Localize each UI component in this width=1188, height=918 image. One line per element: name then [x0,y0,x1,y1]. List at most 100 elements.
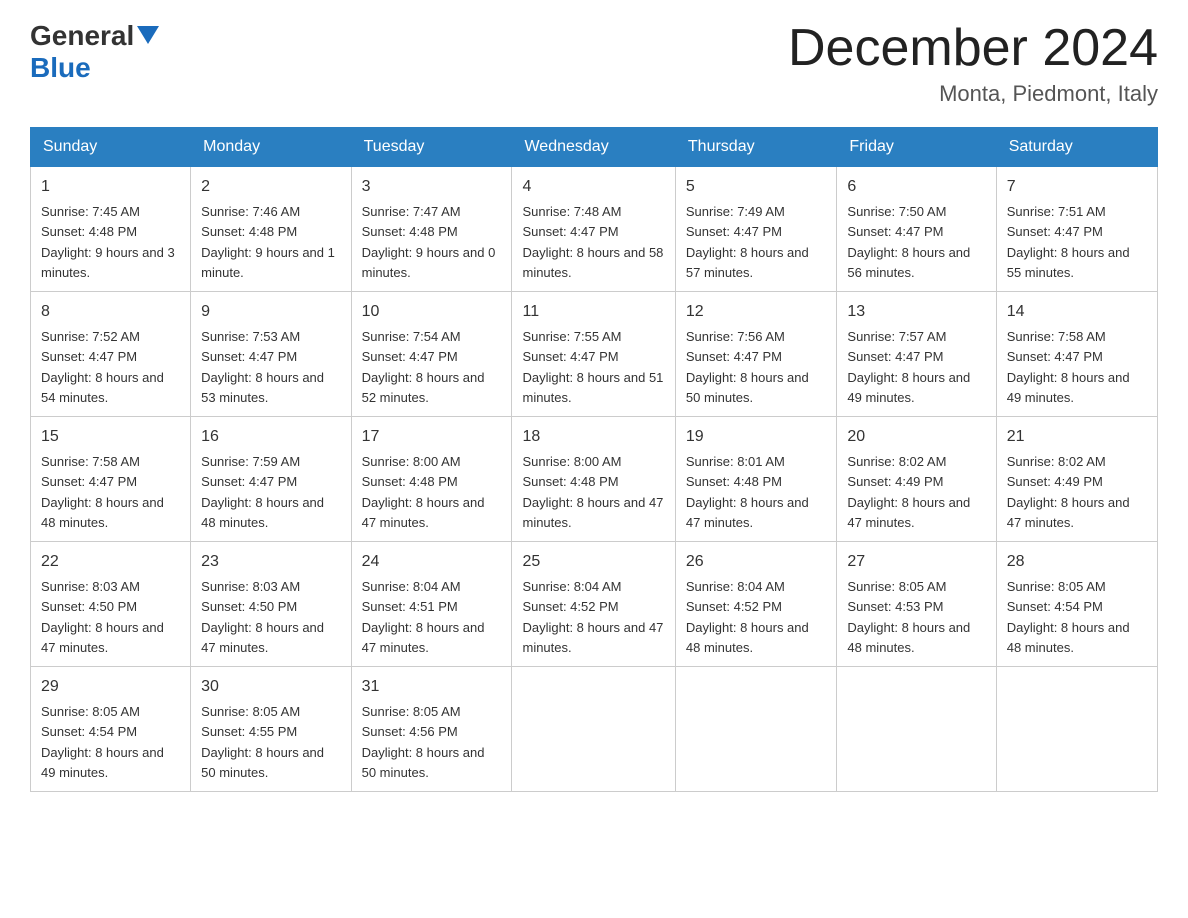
page-header: General Blue December 2024 Monta, Piedmo… [30,20,1158,107]
col-sunday: Sunday [31,128,191,167]
table-row: 22 Sunrise: 8:03 AMSunset: 4:50 PMDaylig… [31,542,191,667]
table-row: 2 Sunrise: 7:46 AMSunset: 4:48 PMDayligh… [191,167,351,292]
day-number: 9 [201,300,340,324]
table-row: 1 Sunrise: 7:45 AMSunset: 4:48 PMDayligh… [31,167,191,292]
day-number: 28 [1007,550,1147,574]
day-info: Sunrise: 7:46 AMSunset: 4:48 PMDaylight:… [201,204,335,280]
location-text: Monta, Piedmont, Italy [788,81,1158,107]
day-number: 2 [201,175,340,199]
table-row: 10 Sunrise: 7:54 AMSunset: 4:47 PMDaylig… [351,292,512,417]
day-info: Sunrise: 8:05 AMSunset: 4:54 PMDaylight:… [1007,579,1130,655]
day-number: 12 [686,300,827,324]
day-info: Sunrise: 7:57 AMSunset: 4:47 PMDaylight:… [847,329,970,405]
table-row: 6 Sunrise: 7:50 AMSunset: 4:47 PMDayligh… [837,167,996,292]
day-info: Sunrise: 7:47 AMSunset: 4:48 PMDaylight:… [362,204,496,280]
table-row [512,667,675,792]
table-row: 27 Sunrise: 8:05 AMSunset: 4:53 PMDaylig… [837,542,996,667]
table-row: 30 Sunrise: 8:05 AMSunset: 4:55 PMDaylig… [191,667,351,792]
day-info: Sunrise: 8:01 AMSunset: 4:48 PMDaylight:… [686,454,809,530]
day-info: Sunrise: 7:49 AMSunset: 4:47 PMDaylight:… [686,204,809,280]
day-info: Sunrise: 8:04 AMSunset: 4:52 PMDaylight:… [686,579,809,655]
day-number: 15 [41,425,180,449]
calendar-header-row: Sunday Monday Tuesday Wednesday Thursday… [31,128,1158,167]
table-row: 20 Sunrise: 8:02 AMSunset: 4:49 PMDaylig… [837,417,996,542]
calendar-week-row: 15 Sunrise: 7:58 AMSunset: 4:47 PMDaylig… [31,417,1158,542]
table-row: 28 Sunrise: 8:05 AMSunset: 4:54 PMDaylig… [996,542,1157,667]
logo: General Blue [30,20,159,84]
table-row: 15 Sunrise: 7:58 AMSunset: 4:47 PMDaylig… [31,417,191,542]
table-row: 17 Sunrise: 8:00 AMSunset: 4:48 PMDaylig… [351,417,512,542]
calendar-week-row: 1 Sunrise: 7:45 AMSunset: 4:48 PMDayligh… [31,167,1158,292]
logo-blue-text: Blue [30,52,91,83]
table-row: 21 Sunrise: 8:02 AMSunset: 4:49 PMDaylig… [996,417,1157,542]
day-number: 26 [686,550,827,574]
day-number: 10 [362,300,502,324]
day-number: 29 [41,675,180,699]
table-row: 14 Sunrise: 7:58 AMSunset: 4:47 PMDaylig… [996,292,1157,417]
day-info: Sunrise: 8:02 AMSunset: 4:49 PMDaylight:… [847,454,970,530]
day-number: 5 [686,175,827,199]
table-row: 5 Sunrise: 7:49 AMSunset: 4:47 PMDayligh… [675,167,837,292]
calendar-week-row: 29 Sunrise: 8:05 AMSunset: 4:54 PMDaylig… [31,667,1158,792]
day-number: 1 [41,175,180,199]
table-row: 25 Sunrise: 8:04 AMSunset: 4:52 PMDaylig… [512,542,675,667]
day-info: Sunrise: 7:52 AMSunset: 4:47 PMDaylight:… [41,329,164,405]
table-row: 7 Sunrise: 7:51 AMSunset: 4:47 PMDayligh… [996,167,1157,292]
table-row: 26 Sunrise: 8:04 AMSunset: 4:52 PMDaylig… [675,542,837,667]
day-number: 27 [847,550,985,574]
table-row [675,667,837,792]
calendar-week-row: 8 Sunrise: 7:52 AMSunset: 4:47 PMDayligh… [31,292,1158,417]
day-info: Sunrise: 8:05 AMSunset: 4:54 PMDaylight:… [41,704,164,780]
table-row: 12 Sunrise: 7:56 AMSunset: 4:47 PMDaylig… [675,292,837,417]
calendar-table: Sunday Monday Tuesday Wednesday Thursday… [30,127,1158,792]
day-number: 13 [847,300,985,324]
day-number: 24 [362,550,502,574]
day-info: Sunrise: 7:59 AMSunset: 4:47 PMDaylight:… [201,454,324,530]
day-info: Sunrise: 8:00 AMSunset: 4:48 PMDaylight:… [522,454,663,530]
day-info: Sunrise: 8:00 AMSunset: 4:48 PMDaylight:… [362,454,485,530]
day-number: 16 [201,425,340,449]
day-number: 14 [1007,300,1147,324]
table-row: 23 Sunrise: 8:03 AMSunset: 4:50 PMDaylig… [191,542,351,667]
day-number: 4 [522,175,664,199]
day-number: 19 [686,425,827,449]
day-info: Sunrise: 7:58 AMSunset: 4:47 PMDaylight:… [1007,329,1130,405]
day-info: Sunrise: 7:55 AMSunset: 4:47 PMDaylight:… [522,329,663,405]
table-row: 16 Sunrise: 7:59 AMSunset: 4:47 PMDaylig… [191,417,351,542]
table-row: 18 Sunrise: 8:00 AMSunset: 4:48 PMDaylig… [512,417,675,542]
col-monday: Monday [191,128,351,167]
day-number: 18 [522,425,664,449]
day-number: 21 [1007,425,1147,449]
day-info: Sunrise: 8:05 AMSunset: 4:56 PMDaylight:… [362,704,485,780]
day-info: Sunrise: 8:04 AMSunset: 4:52 PMDaylight:… [522,579,663,655]
day-info: Sunrise: 7:56 AMSunset: 4:47 PMDaylight:… [686,329,809,405]
day-number: 8 [41,300,180,324]
day-info: Sunrise: 7:53 AMSunset: 4:47 PMDaylight:… [201,329,324,405]
table-row: 8 Sunrise: 7:52 AMSunset: 4:47 PMDayligh… [31,292,191,417]
day-info: Sunrise: 7:54 AMSunset: 4:47 PMDaylight:… [362,329,485,405]
day-info: Sunrise: 8:03 AMSunset: 4:50 PMDaylight:… [201,579,324,655]
day-number: 20 [847,425,985,449]
table-row: 19 Sunrise: 8:01 AMSunset: 4:48 PMDaylig… [675,417,837,542]
table-row: 29 Sunrise: 8:05 AMSunset: 4:54 PMDaylig… [31,667,191,792]
day-number: 7 [1007,175,1147,199]
col-thursday: Thursday [675,128,837,167]
day-number: 6 [847,175,985,199]
month-title: December 2024 [788,20,1158,77]
day-info: Sunrise: 7:58 AMSunset: 4:47 PMDaylight:… [41,454,164,530]
table-row: 11 Sunrise: 7:55 AMSunset: 4:47 PMDaylig… [512,292,675,417]
day-info: Sunrise: 7:48 AMSunset: 4:47 PMDaylight:… [522,204,663,280]
day-info: Sunrise: 8:04 AMSunset: 4:51 PMDaylight:… [362,579,485,655]
day-number: 31 [362,675,502,699]
table-row: 24 Sunrise: 8:04 AMSunset: 4:51 PMDaylig… [351,542,512,667]
table-row [996,667,1157,792]
day-info: Sunrise: 8:05 AMSunset: 4:53 PMDaylight:… [847,579,970,655]
day-info: Sunrise: 8:02 AMSunset: 4:49 PMDaylight:… [1007,454,1130,530]
calendar-week-row: 22 Sunrise: 8:03 AMSunset: 4:50 PMDaylig… [31,542,1158,667]
table-row: 3 Sunrise: 7:47 AMSunset: 4:48 PMDayligh… [351,167,512,292]
table-row: 4 Sunrise: 7:48 AMSunset: 4:47 PMDayligh… [512,167,675,292]
logo-general-text: General [30,20,134,52]
day-info: Sunrise: 7:45 AMSunset: 4:48 PMDaylight:… [41,204,175,280]
day-number: 23 [201,550,340,574]
day-number: 25 [522,550,664,574]
